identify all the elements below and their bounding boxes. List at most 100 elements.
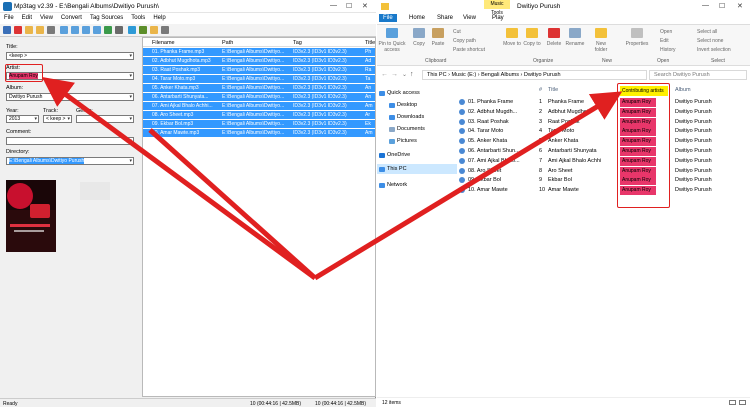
directory-field[interactable]: E:\Bengali Albums\Dwitiyo Purush ▾ <box>6 157 134 165</box>
album-field[interactable]: Dwitiyo Purush ▾ <box>6 93 134 101</box>
genre-field[interactable]: ▾ <box>76 115 134 123</box>
actions-icon[interactable] <box>104 26 112 34</box>
minimize-icon[interactable]: — <box>330 2 337 9</box>
select-all-button[interactable]: Select all <box>697 29 717 35</box>
menu-tools[interactable]: Tools <box>127 13 149 23</box>
properties-button[interactable]: Properties <box>623 41 651 47</box>
maximize-icon[interactable]: ☐ <box>719 2 725 10</box>
album-cover-art[interactable] <box>6 180 56 252</box>
col-title[interactable]: Title <box>365 40 375 46</box>
nav-quick-access[interactable]: Quick access <box>387 90 420 96</box>
tag-to-tag-icon[interactable] <box>82 26 90 34</box>
export-icon[interactable] <box>93 26 101 34</box>
menu-help[interactable]: Help <box>149 13 169 23</box>
close-icon[interactable]: ✕ <box>362 2 368 10</box>
history-button[interactable]: History <box>660 47 676 53</box>
pin-quick-access-button[interactable]: Pin to Quick access <box>378 41 406 53</box>
details-view-icon[interactable] <box>729 400 736 405</box>
chevron-down-icon[interactable]: ▾ <box>129 53 132 59</box>
tab-view[interactable]: View <box>459 14 480 22</box>
menu-file[interactable]: File <box>0 13 18 23</box>
settings-icon[interactable] <box>115 26 123 34</box>
undo-icon[interactable] <box>47 26 55 34</box>
invert-selection-button[interactable]: Invert selection <box>697 47 731 53</box>
close-icon[interactable]: ✕ <box>737 2 743 10</box>
col-title-header[interactable]: Title <box>548 87 558 93</box>
nav-pictures[interactable]: Pictures <box>397 138 417 144</box>
tab-file[interactable]: File <box>379 14 397 22</box>
star-icon[interactable] <box>150 26 158 34</box>
explorer-row[interactable]: 04. Tarar Moto 4 Tarar Moto Dwitiyo Purush A… <box>459 127 750 137</box>
comment-field[interactable]: ▾ <box>6 137 134 145</box>
chevron-down-icon[interactable]: ▾ <box>129 73 132 79</box>
nav-desktop[interactable]: Desktop <box>397 102 417 108</box>
folder-icon[interactable] <box>25 26 33 34</box>
copy-to-button[interactable]: Copy to <box>522 41 542 47</box>
paste-button[interactable]: Paste <box>429 41 447 47</box>
file-row[interactable]: 07. Ami Ajkal Bhalo Achhi... E:\Bengali A… <box>143 102 375 110</box>
chevron-down-icon[interactable]: ▾ <box>129 138 132 144</box>
col-path[interactable]: Path <box>222 40 233 46</box>
file-row[interactable]: 05. Anker Khata.mp3 E:\Bengali Albums\Dwi… <box>143 84 375 92</box>
chevron-down-icon[interactable]: ▾ <box>34 116 37 122</box>
col-num[interactable]: # <box>539 87 542 93</box>
tab-share[interactable]: Share <box>433 14 457 22</box>
col-album[interactable]: Album <box>675 87 691 93</box>
menu-convert[interactable]: Convert <box>57 13 86 23</box>
tag-to-filename-icon[interactable] <box>60 26 68 34</box>
tiles-view-icon[interactable] <box>739 400 746 405</box>
paste-shortcut-button[interactable]: Paste shortcut <box>453 47 485 53</box>
col-filename[interactable]: Filename <box>152 40 175 46</box>
chevron-down-icon[interactable]: ▾ <box>129 116 132 122</box>
file-row[interactable]: 03. Raat Poshak.mp3 E:\Bengali Albums\Dwi… <box>143 66 375 74</box>
new-folder-button[interactable]: New folder <box>590 41 612 53</box>
select-none-button[interactable]: Select none <box>697 38 723 44</box>
tab-home[interactable]: Home <box>405 14 429 22</box>
explorer-row[interactable]: 05. Anker Khata 5 Anker Khata Dwitiyo Purus… <box>459 137 750 147</box>
file-row[interactable]: 06. Antarbarti Shunyata... E:\Bengali Alb… <box>143 93 375 101</box>
nav-documents[interactable]: Documents <box>397 126 425 132</box>
globe-icon[interactable] <box>139 26 147 34</box>
col-tag[interactable]: Tag <box>293 40 302 46</box>
up-arrow-icon[interactable]: ↑ <box>410 71 414 78</box>
maximize-icon[interactable]: ☐ <box>346 2 352 10</box>
explorer-row[interactable]: 09. Ekbar Bol 9 Ekbar Bol Dwitiyo Purush Anu… <box>459 176 750 186</box>
move-to-button[interactable]: Move to <box>502 41 522 47</box>
save-icon[interactable] <box>3 26 11 34</box>
explorer-row[interactable]: 07. Ami Ajkal Bhalo... 7 Ami Ajkal Bhalo A… <box>459 156 750 166</box>
explorer-row[interactable]: 01. Phanka Frame 1 Phanka Frame Dwitiyo Pur… <box>459 98 750 107</box>
tab-play[interactable]: Play <box>488 14 508 22</box>
file-row[interactable]: 09. Ekbar Bol.mp3 E:\Bengali Albums\Dwiti… <box>143 120 375 128</box>
forward-arrow-icon[interactable]: → <box>391 71 398 78</box>
recent-chevron-icon[interactable]: ⌄ <box>402 71 407 78</box>
delete-button[interactable]: Delete <box>543 41 565 47</box>
track-field[interactable]: < keep > ▾ <box>43 115 72 123</box>
search-input[interactable]: Search Dwitiyo Purush <box>649 70 747 80</box>
menu-tag-sources[interactable]: Tag Sources <box>86 13 127 23</box>
chevron-down-icon[interactable]: ▾ <box>129 94 132 100</box>
nav-network[interactable]: Network <box>387 182 407 188</box>
title-field[interactable]: <keep > ▾ <box>6 52 134 60</box>
menu-edit[interactable]: Edit <box>18 13 36 23</box>
file-row[interactable]: 04. Tarar Moto.mp3 E:\Bengali Albums\Dwit… <box>143 75 375 83</box>
file-row[interactable]: 10. Amar Mawte.mp3 E:\Bengali Albums\Dwit… <box>143 129 375 137</box>
chevron-down-icon[interactable]: ▾ <box>129 158 132 164</box>
file-row[interactable]: 08. Aro Sheet.mp3 E:\Bengali Albums\Dwiti… <box>143 111 375 119</box>
nav-this-pc[interactable]: This PC <box>387 166 407 172</box>
rename-button[interactable]: Rename <box>564 41 586 47</box>
explorer-row[interactable]: 06. Antarbarti Shun... 6 Antarbarti Shunya… <box>459 147 750 156</box>
explorer-row[interactable]: 02. Adbhut Mugdh... 2 Adbhut Mugdhota Dwiti… <box>459 107 750 117</box>
source-icon[interactable] <box>128 26 136 34</box>
filename-to-tag-icon[interactable] <box>71 26 79 34</box>
nav-onedrive[interactable]: OneDrive <box>387 152 410 158</box>
chevron-down-icon[interactable]: ▾ <box>67 116 70 122</box>
year-field[interactable]: 2013 ▾ <box>6 115 39 123</box>
file-row[interactable]: 01. Phanka Frame.mp3 E:\Bengali Albums\Dw… <box>143 48 375 56</box>
add-folder-icon[interactable] <box>36 26 44 34</box>
help-icon[interactable] <box>161 26 169 34</box>
open-button[interactable]: Open <box>660 29 672 35</box>
explorer-row[interactable]: 03. Raat Poshak 3 Raat Poshak Dwitiyo Purus… <box>459 117 750 127</box>
edit-button[interactable]: Edit <box>660 38 669 44</box>
address-bar[interactable]: This PC › Music (E:) › Bengali Albums › … <box>422 70 647 80</box>
nav-downloads[interactable]: Downloads <box>397 114 424 120</box>
